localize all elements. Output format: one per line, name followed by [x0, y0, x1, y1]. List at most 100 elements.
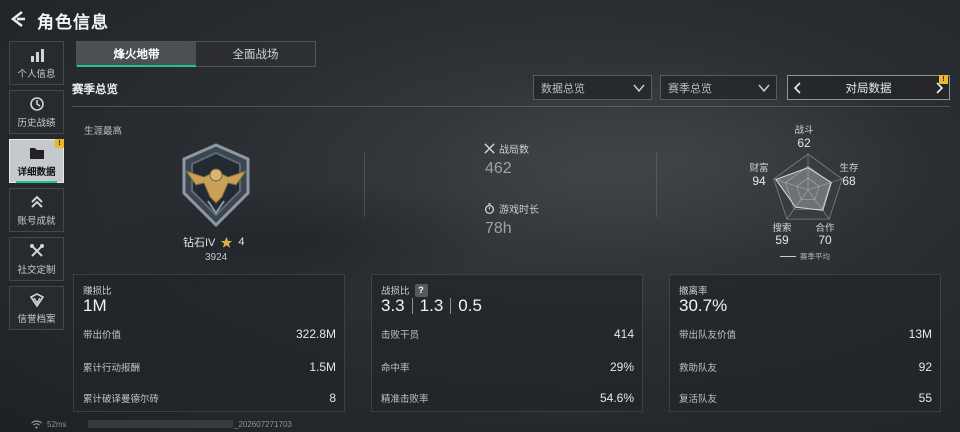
stat-key: 累计破译曼德尔砖 [83, 394, 160, 405]
sidebar-item-achievements[interactable]: 账号成就 [9, 188, 64, 232]
status-bar: 52ms _202607271703 [0, 417, 960, 432]
section-divider [72, 106, 950, 107]
radar-value-teamwork: 70 [818, 233, 832, 247]
obscured-uid [88, 420, 233, 428]
data-scope-dropdown[interactable]: 数据总览 [533, 75, 652, 100]
data-pager: 对局数据 ! [787, 75, 950, 100]
stat-row: 救助队友 92 [679, 358, 932, 376]
ratio-value: 0.5 [458, 296, 482, 315]
rank-name: 钻石IV [183, 237, 216, 249]
ping-value: 52ms [47, 420, 67, 429]
star-icon [221, 236, 233, 248]
stat-value: 55 [918, 391, 932, 405]
sidebar-item-detailed-data[interactable]: 详细数据 ! [9, 139, 64, 183]
ratio-separator [450, 298, 452, 314]
ratio-separator [411, 298, 413, 314]
playtime-stat: 游戏时长 78h [484, 201, 539, 238]
radar-legend-label: 赛季平均 [800, 252, 830, 261]
stat-row: 复活队友 55 [679, 389, 932, 407]
radar-label-survival: 生存 [839, 163, 859, 174]
panel-title: 战损比 [381, 286, 410, 297]
stat-key: 带出价值 [83, 330, 122, 341]
radar-value-survival: 68 [842, 174, 856, 188]
matches-label: 战局数 [499, 145, 529, 156]
season-dropdown[interactable]: 赛季总览 [660, 75, 777, 100]
stat-row: 精准击败率 54.6% [381, 389, 634, 407]
bar-chart-icon [30, 48, 44, 62]
diamond-badge-icon [29, 292, 44, 307]
crossed-swords-icon [484, 143, 495, 154]
stat-key: 命中率 [381, 363, 410, 374]
stat-row: 带出队友价值 13M [679, 325, 932, 343]
sidebar-item-label: 信誉档案 [17, 313, 56, 325]
build-number: _202607271703 [234, 420, 292, 429]
wifi-icon [31, 420, 42, 429]
notification-badge: ! [55, 139, 64, 148]
panel-title: 撤离率 [679, 286, 708, 297]
radar-label-combat: 战斗 [794, 125, 814, 136]
combat-panel: 战损比 ? 3.3 1.3 0.5 击败干员 414 命中率 29% 精准击败率… [371, 274, 643, 412]
stopwatch-icon [484, 203, 495, 214]
ratio-value: 1.3 [419, 296, 444, 315]
radar-label-wealth: 财富 [749, 163, 769, 174]
matches-value: 462 [485, 160, 512, 177]
stat-row: 累计行动报酬 1.5M [83, 358, 336, 376]
sidebar-item-history[interactable]: 历史战绩 [9, 90, 64, 134]
clock-icon [29, 96, 44, 111]
tab-full-battlefield[interactable]: 全面战场 [196, 42, 315, 66]
radar-label-search: 搜索 [772, 223, 792, 234]
tools-icon [29, 243, 44, 257]
chevron-down-icon [758, 84, 770, 93]
sidebar-item-social[interactable]: 社交定制 [9, 237, 64, 281]
radar-legend: 赛季平均 [780, 251, 830, 262]
stat-row: 累计破译曼德尔砖 8 [83, 389, 336, 407]
sidebar-item-personal-info[interactable]: 个人信息 [9, 41, 64, 85]
rank-stars: 4 [238, 236, 245, 248]
chevron-down-icon [633, 84, 645, 93]
radar-label-teamwork: 合作 [815, 223, 835, 234]
sidebar-item-label: 历史战绩 [17, 117, 56, 129]
rank-line: 钻石IV 4 [183, 234, 245, 250]
section-title: 赛季总览 [72, 84, 118, 96]
stat-key: 救助队友 [679, 363, 718, 374]
top-bar: 角色信息 [0, 0, 960, 38]
folder-icon [29, 147, 44, 159]
rank-emblem-icon [182, 143, 250, 228]
chevrons-up-icon [30, 195, 43, 208]
stat-value: 1.5M [309, 360, 336, 374]
back-arrow-icon[interactable] [8, 9, 28, 29]
sidebar-item-label: 个人信息 [17, 68, 56, 80]
rank-score: 3924 [205, 252, 228, 263]
stat-key: 精准击败率 [381, 394, 429, 405]
stat-value: 92 [918, 360, 932, 374]
sidebar-item-label: 社交定制 [17, 264, 56, 276]
stat-row: 命中率 29% [381, 358, 634, 376]
stat-value: 54.6% [599, 391, 634, 405]
profit-ratio-value: 1M [83, 296, 107, 315]
playtime-label: 游戏时长 [499, 205, 539, 216]
kd-ratios: 3.3 1.3 0.5 [381, 296, 482, 316]
radar-value-search: 59 [775, 233, 789, 247]
chevron-left-icon[interactable] [791, 81, 805, 95]
playtime-value: 78h [485, 220, 512, 237]
vertical-divider [656, 153, 657, 217]
help-button[interactable]: ? [414, 283, 428, 297]
career-best-label: 生涯最高 [84, 126, 123, 137]
stat-key: 复活队友 [679, 394, 718, 405]
stat-row: 击败干员 414 [381, 325, 634, 343]
profit-panel: 赚损比 1M 带出价值 322.8M 累计行动报酬 1.5M 累计破译曼德尔砖 … [73, 274, 345, 412]
sidebar: 个人信息 历史战绩 详细数据 ! 账号成就 社交定制 信誉档案 [9, 41, 64, 335]
legend-line [780, 256, 796, 257]
sidebar-item-reputation[interactable]: 信誉档案 [9, 286, 64, 330]
stat-row: 带出价值 322.8M [83, 325, 336, 343]
radar-value-combat: 62 [797, 136, 811, 150]
extract-rate-value: 30.7% [679, 296, 728, 315]
ratio-value: 3.3 [381, 296, 405, 315]
matches-stat: 战局数 462 [484, 141, 529, 178]
stat-value: 13M [908, 327, 932, 341]
radar-value-wealth: 94 [752, 174, 766, 188]
tab-hazard-zone[interactable]: 烽火地带 [77, 42, 196, 67]
page-title: 角色信息 [37, 13, 109, 32]
sidebar-item-label: 账号成就 [17, 215, 56, 227]
stat-value: 322.8M [295, 327, 336, 341]
